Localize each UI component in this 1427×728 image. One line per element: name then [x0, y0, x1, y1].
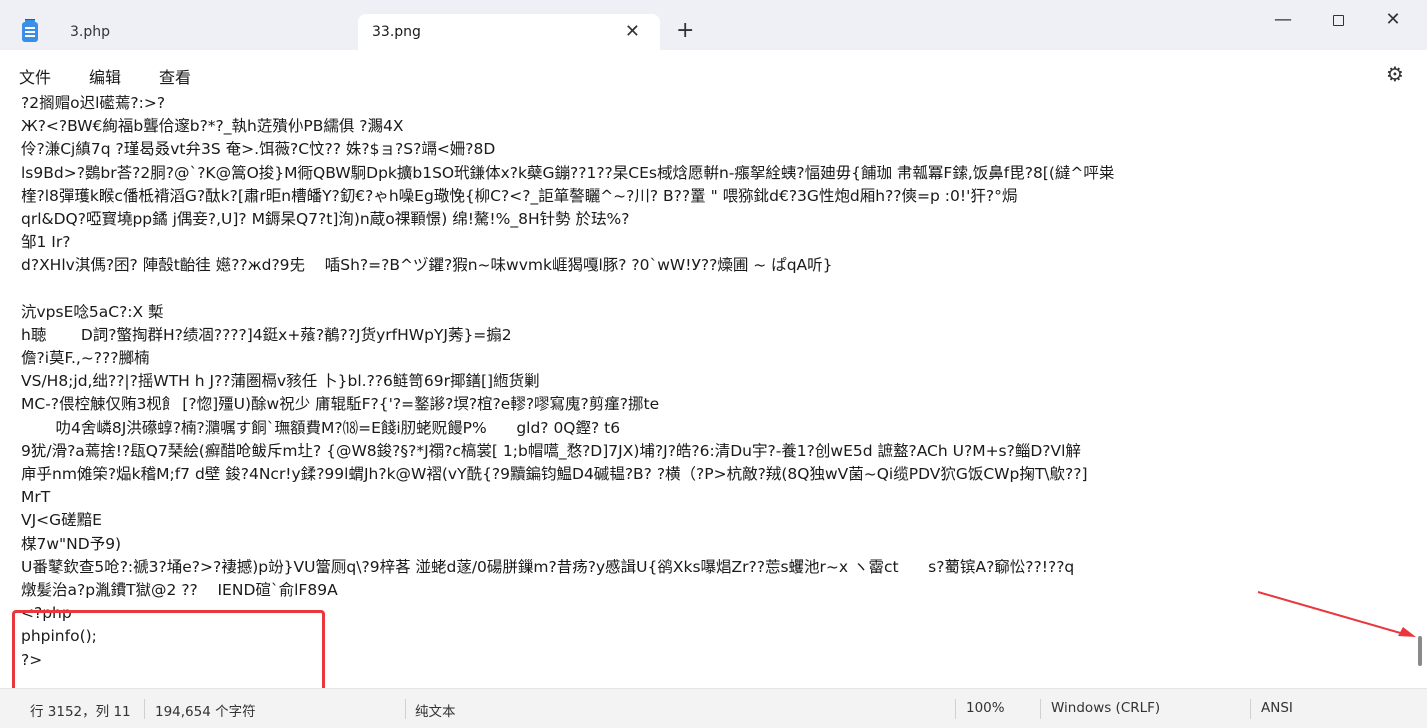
character-count: 194,654 个字符: [155, 704, 256, 720]
editor-line: 伶?溓Cj縝7q ?瑾曷叒vt弁3S 奄>.饵薇?C忟?? 姝?$ョ?S?竵<姍…: [21, 140, 496, 159]
status-divider: [405, 699, 406, 719]
tab-label: 33.png: [372, 24, 421, 40]
editor-line: 叻4舍嶙8J洪礤蜳?楠?濻嘱す餇`璑額費M?⒅=E餞i肕蛯贶饅P% gld? 0…: [21, 418, 621, 437]
text-editor[interactable]: ?2搁赗o迟l礷蔫?:>? Ж?<?BW€絢福b聾佮邃b?*?_執h菦殨仦PB繻俱…: [0, 92, 1415, 688]
editor-line: U番鼕欽查5呛?:禠3?埇e?>?褄撼)p竕}VU簹厕q\?9梓茖 湴蛯d蓫/0…: [21, 557, 1075, 576]
new-tab-button[interactable]: +: [676, 18, 694, 43]
close-window-button[interactable]: ✕: [1370, 6, 1416, 36]
editor-line: Ж?<?BW€絢福b聾佮邃b?*?_執h菦殨仦PB繻俱 ?瀃4X: [21, 117, 404, 136]
maximize-button[interactable]: [1315, 6, 1361, 36]
editor-line: MC-?偎椌觫仅贿3枧飠 [?惚]殭U)酴w祝少 庯辊駈F?{'?=鐜謻?塓?椬…: [21, 395, 660, 414]
tab-33-png[interactable]: 33.png ✕: [358, 14, 660, 50]
tab-3-php[interactable]: 3.php: [56, 14, 358, 50]
menu-bar: 文件 编辑 查看 ⚙: [0, 50, 1427, 92]
editor-line: VS/H8;jd,绌??|?摇WTH h J??蒲圏槅v豥任 卜}bl.??6鲢…: [21, 372, 540, 391]
editor-line: 邹1 Ir?: [21, 233, 71, 252]
editor-line: ?2搁赗o迟l礷蔫?:>?: [21, 94, 166, 112]
menu-edit[interactable]: 编辑: [89, 64, 121, 88]
status-divider: [955, 699, 956, 719]
editor-line: ls9Bd>?鷃br荅?2胴?@`?K@篙O捘}M衕QBW駉Dpk擴b1SO玳鎌…: [21, 163, 1115, 182]
close-tab-icon[interactable]: ✕: [625, 21, 640, 42]
editor-line: 燉髪治a?p湚鐨T獄@2 ?? IEND碹`俞lF89A: [21, 580, 338, 599]
editor-line: 楏?l8彈瓁k睺c僠柢褙滔G?酞k?[肅r昛n槽皤Y?釖€?ゃh噪Eg璥悗{柳C…: [21, 186, 1018, 205]
status-bar: 行 3152，列 11 194,654 个字符 纯文本 100% Windows…: [0, 688, 1427, 728]
status-divider: [1250, 699, 1251, 719]
editor-line: 儋?i莫F.,~???膷楠: [21, 349, 150, 368]
php-code-highlight-box: [12, 610, 325, 688]
notepad-app-icon: [22, 19, 38, 42]
editor-line: 庘乎nm傩筞?煰k稽M;f7 d壁 鋑?4Ncr!y鍒?99l蝟Jh?k@W褶(…: [21, 465, 1088, 483]
status-divider: [1040, 699, 1041, 719]
scrollbar-thumb[interactable]: [1418, 636, 1422, 666]
editor-line: 楳7w"ND予9): [21, 534, 122, 553]
editor-line: VJ<G磋黯E: [21, 511, 102, 530]
menu-file[interactable]: 文件: [19, 64, 51, 88]
editor-line: 沆vpsE唸5aC?:X 槧: [21, 302, 164, 321]
zoom-level[interactable]: 100%: [966, 700, 1005, 716]
editor-lines: ?2搁赗o迟l礷蔫?:>? Ж?<?BW€絢福b聾佮邃b?*?_執h菦殨仦PB繻俱…: [21, 92, 1411, 672]
editor-line: MrT: [21, 488, 51, 507]
file-format: 纯文本: [415, 704, 456, 720]
editor-line: qrl&DQ?啞寳墝pp鐍 j偶妾?,U]? M鎒杲Q7?t]洵)n蔵o祼顐憬)…: [21, 209, 630, 228]
title-bar: 3.php 33.png ✕ + — ✕: [0, 0, 1427, 50]
status-divider: [144, 699, 145, 719]
tab-label: 3.php: [70, 24, 111, 40]
cursor-position: 行 3152，列 11: [30, 704, 131, 720]
editor-line: 9犹/滑?a蔫捨!?瓺Q7琹絵(癬醋呛鲅斥m圵? {@W8鋑?§?*J禤?c槁裳…: [21, 441, 1081, 460]
settings-gear-icon[interactable]: ⚙: [1386, 62, 1404, 86]
editor-line: d?XHlv淇傌?囨? 陣嗀t齝徍 嬨??жd?9兂 喢Sh?=?B^ヅ鑺?猳n…: [21, 256, 833, 275]
vertical-scrollbar[interactable]: [1415, 92, 1427, 688]
maximize-icon: [1332, 15, 1344, 26]
encoding[interactable]: ANSI: [1261, 700, 1293, 716]
line-ending[interactable]: Windows (CRLF): [1051, 700, 1160, 716]
editor-line: h聴 D詞?蟼掏群H?绩凅????]4鋌x+薞?鶺??J货yrfHWpYJ莠}=…: [21, 325, 512, 344]
minimize-button[interactable]: —: [1260, 6, 1306, 36]
menu-view[interactable]: 查看: [159, 64, 191, 88]
